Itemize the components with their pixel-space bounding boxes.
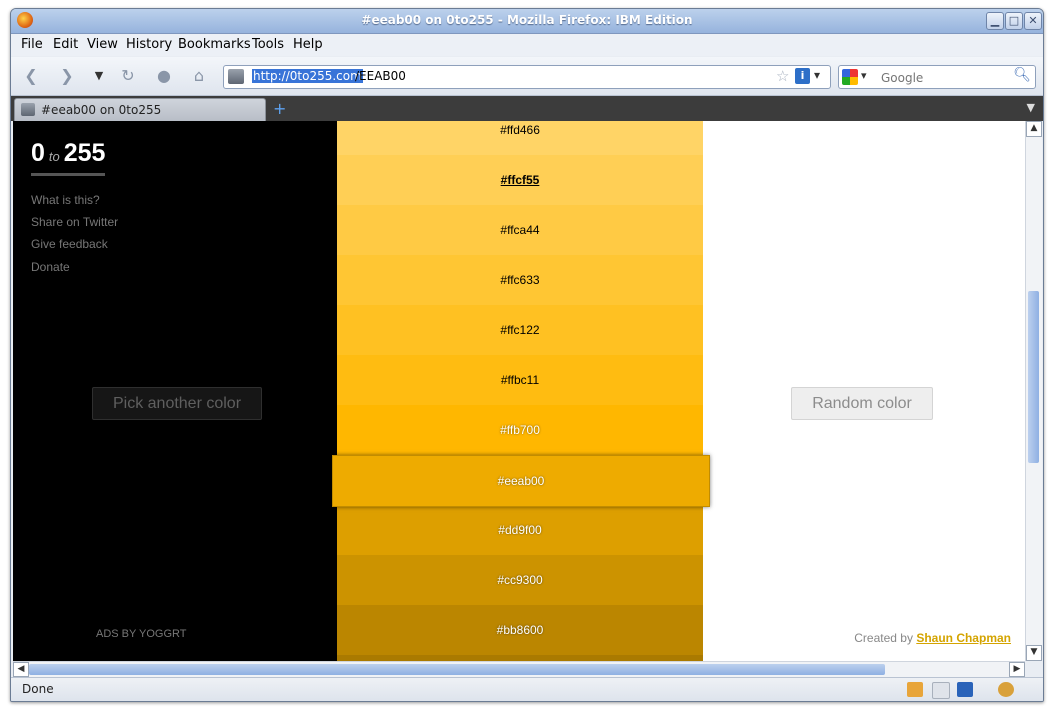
page-content: 0 to 255 What is this? Share on Twitter Gi…	[13, 121, 1025, 661]
forward-icon[interactable]: ❯	[56, 66, 78, 86]
link-share-twitter[interactable]: Share on Twitter	[31, 215, 118, 229]
reload-icon[interactable]: ↻	[117, 66, 139, 86]
swatch-hex-label: #ffd466	[500, 123, 540, 137]
color-swatch[interactable]: #ffc122	[337, 305, 703, 355]
maximize-button[interactable]: □	[1005, 12, 1023, 30]
minimize-button[interactable]: ▁	[986, 12, 1004, 30]
tab-favicon-icon	[21, 103, 35, 116]
menu-tools[interactable]: Tools	[252, 37, 284, 52]
clipboard-icon[interactable]	[932, 682, 950, 699]
tab-active[interactable]: #eeab00 on 0to255	[14, 98, 266, 122]
search-go-icon[interactable]: 🔍︎	[1013, 67, 1031, 83]
pick-another-color-button[interactable]: Pick another color	[92, 387, 262, 420]
menu-file[interactable]: File	[21, 37, 43, 52]
url-dropdown-icon[interactable]: ▾	[814, 68, 820, 82]
swatch-hex-label: #eeab00	[497, 474, 545, 488]
status-bar: Done	[11, 677, 1043, 701]
logo-underline	[31, 173, 105, 176]
random-color-button[interactable]: Random color	[791, 387, 933, 420]
credit-prefix: Created by	[854, 631, 913, 645]
navigation-toolbar: ❮ ❯ ▼ ↻ ● ⌂ http://0to255.com /EEAB00 ☆ …	[11, 57, 1043, 96]
logo-zero: 0	[31, 139, 45, 167]
swatch-hex-label: #ffc122	[500, 323, 540, 337]
bug-icon[interactable]	[998, 682, 1014, 697]
swatch-hex-label: #ffc633	[500, 273, 540, 287]
swatch-hex-label: #ffca44	[500, 223, 540, 237]
ads-label[interactable]: ADS BY YOGGRT	[96, 628, 186, 640]
site-logo[interactable]: 0 to 255	[31, 139, 105, 168]
menu-edit[interactable]: Edit	[53, 37, 78, 52]
tab-label: #eeab00 on 0to255	[41, 103, 162, 117]
stop-icon[interactable]: ●	[153, 66, 175, 86]
swatch-hex-label: #bb8600	[496, 623, 544, 637]
color-swatch[interactable]: #cc9300	[337, 555, 703, 605]
color-swatch[interactable]: #ffc633	[337, 255, 703, 305]
home-icon[interactable]: ⌂	[188, 66, 210, 86]
vertical-scroll-thumb[interactable]	[1028, 291, 1039, 463]
scroll-left-icon[interactable]: ◀	[13, 662, 29, 677]
horizontal-scrollbar[interactable]: ◀ ▶	[13, 661, 1025, 677]
browser-window: #eeab00 on 0to255 - Mozilla Firefox: IBM…	[10, 8, 1044, 702]
notes-icon[interactable]	[907, 682, 923, 697]
swatch-hex-label: #dd9f00	[498, 523, 542, 537]
color-swatch[interactable]: #dd9f00	[337, 505, 703, 555]
swatch-hex-label: #ffcf55	[500, 173, 540, 187]
vertical-scrollbar[interactable]: ▲ ▼	[1025, 121, 1042, 661]
tab-bar: #eeab00 on 0to255 + ▼	[11, 96, 1043, 122]
credit-author-link[interactable]: Shaun Chapman	[916, 631, 1011, 645]
new-tab-icon[interactable]: +	[273, 99, 286, 118]
window-title: #eeab00 on 0to255 - Mozilla Firefox: IBM…	[361, 13, 693, 27]
selected-color-swatch[interactable]: #eeab00	[332, 455, 710, 507]
menu-bar: File Edit View History Bookmarks Tools H…	[11, 34, 1043, 56]
swatch-hex-label: #ffbc11	[500, 373, 540, 387]
scroll-right-icon[interactable]: ▶	[1009, 662, 1025, 677]
url-bar[interactable]: http://0to255.com /EEAB00 ☆ i ▾	[223, 65, 831, 89]
swatch-column: #ffd466 #ffcf55 #ffca44 #ffc633 #ffc122 #ffbc…	[332, 121, 710, 661]
link-donate[interactable]: Donate	[31, 260, 70, 274]
color-swatch[interactable]: #ffcf55	[337, 155, 703, 205]
search-input[interactable]	[879, 68, 1013, 87]
tab-list-icon[interactable]: ▼	[1027, 101, 1035, 114]
color-swatch[interactable]: #ffbc11	[337, 355, 703, 405]
url-path: /EEAB00	[355, 69, 406, 83]
title-bar: #eeab00 on 0to255 - Mozilla Firefox: IBM…	[11, 9, 1043, 34]
link-what-is-this[interactable]: What is this?	[31, 193, 100, 207]
site-identity-icon[interactable]	[228, 69, 244, 84]
close-button[interactable]: ✕	[1024, 12, 1042, 30]
swatch-hex-label: #cc9300	[497, 573, 543, 587]
color-swatch[interactable]: #ffd466	[337, 121, 703, 155]
horizontal-scroll-thumb[interactable]	[29, 664, 885, 675]
color-swatch[interactable]: #bb8600	[337, 605, 703, 655]
color-swatch[interactable]: #ffca44	[337, 205, 703, 255]
search-engine-icon[interactable]	[842, 69, 858, 85]
menu-help[interactable]: Help	[293, 37, 323, 52]
color-swatch[interactable]: #ffb700	[337, 405, 703, 455]
logo-to: to	[48, 149, 60, 164]
menu-bookmarks[interactable]: Bookmarks	[178, 37, 251, 52]
credit-line: Created by Shaun Chapman	[854, 631, 1011, 645]
bookmark-star-icon[interactable]: ☆	[776, 67, 789, 85]
search-bar[interactable]: ▾ 🔍︎	[838, 65, 1036, 89]
scroll-up-icon[interactable]: ▲	[1026, 121, 1042, 137]
search-engine-dropdown-icon[interactable]: ▾	[861, 69, 867, 82]
right-pane: Random color Created by Shaun Chapman	[703, 121, 1025, 661]
menu-history[interactable]: History	[126, 37, 172, 52]
url-host: http://0to255.com	[252, 69, 363, 83]
info-icon[interactable]: i	[795, 68, 810, 84]
history-dropdown-icon[interactable]: ▼	[88, 66, 110, 86]
back-icon[interactable]: ❮	[20, 66, 42, 86]
menu-view[interactable]: View	[87, 37, 118, 52]
swatch-hex-label: #ffb700	[500, 423, 540, 437]
link-give-feedback[interactable]: Give feedback	[31, 237, 108, 251]
scroll-down-icon[interactable]: ▼	[1026, 645, 1042, 661]
logo-255: 255	[63, 139, 106, 167]
left-pane: 0 to 255 What is this? Share on Twitter Gi…	[13, 121, 337, 661]
status-text: Done	[22, 682, 54, 696]
sync-icon[interactable]	[957, 682, 973, 697]
